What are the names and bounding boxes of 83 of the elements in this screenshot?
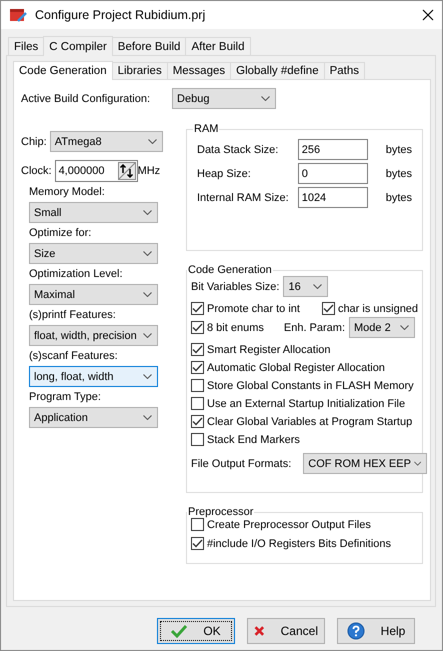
unit-label: bytes (386, 192, 412, 204)
field-label: Memory Model: (29, 186, 106, 198)
field-label: Optimize for: (29, 227, 92, 239)
checkbox[interactable]: Clear Global Variables at Program Startup (191, 415, 418, 428)
field-label: (s)scanf Features: (29, 350, 119, 362)
field-label: Active Build Configuration: (21, 92, 150, 104)
dropdown[interactable]: Size (29, 243, 158, 264)
field-label: Data Stack Size: (197, 144, 280, 156)
checkmark-icon (322, 304, 334, 313)
chevron-icon (313, 284, 322, 289)
checkmark-icon (192, 323, 203, 332)
cancel-button[interactable]: Cancel (247, 618, 325, 644)
field-label: Optimization Level: (29, 268, 124, 280)
dropdown[interactable]: 16 (283, 276, 328, 297)
input-field[interactable]: 256 (298, 139, 368, 160)
dropdown[interactable]: Small (29, 202, 158, 223)
field-label: Program Type: (29, 391, 102, 403)
field-label: Heap Size: (197, 168, 252, 180)
group-title: RAM (193, 123, 220, 135)
dropdown[interactable]: float, width, precision (29, 325, 158, 346)
checkmark-icon (192, 345, 203, 354)
cross-icon (254, 624, 265, 638)
spin-arrows-icon[interactable] (118, 162, 136, 180)
tab[interactable]: Globally #define (230, 62, 325, 79)
field-label: Bit Variables Size: (191, 280, 280, 292)
chevron-icon (414, 461, 422, 466)
field-label: Internal RAM Size: (197, 192, 290, 204)
checkbox[interactable]: Promote char to int (191, 302, 300, 315)
checkmark-icon (171, 624, 188, 638)
chevron-icon (143, 292, 152, 297)
field-label: Chip: (21, 136, 47, 148)
dropdown[interactable]: ATmega8 (50, 131, 163, 152)
chevron-icon (143, 251, 152, 256)
unit-label: bytes (386, 144, 412, 156)
chevron-icon (143, 333, 152, 338)
chevron-icon (400, 325, 410, 330)
checkmark-icon (192, 539, 203, 548)
tab[interactable]: C Compiler (43, 36, 113, 56)
checkmark-icon (192, 363, 203, 372)
chevron-icon (261, 96, 270, 101)
spin-field[interactable]: 4,000000 (54, 160, 138, 182)
close-icon[interactable] (422, 9, 434, 21)
help-icon (346, 622, 365, 640)
field-label: Enh. Param: (284, 322, 346, 334)
checkbox[interactable]: Create Preprocessor Output Files (191, 518, 418, 531)
dropdown[interactable]: Debug (172, 88, 276, 109)
checkbox[interactable]: Store Global Constants in FLASH Memory (191, 379, 418, 392)
field-label: Clock: (21, 165, 52, 177)
checkbox[interactable]: Use an External Startup Initialization File (191, 397, 418, 410)
field-label: File Output Formats: (191, 458, 292, 470)
checkmark-icon (192, 417, 203, 426)
checkbox[interactable]: 8 bit enums (191, 321, 264, 334)
chevron-icon (143, 374, 152, 379)
checkbox[interactable]: Smart Register Allocation (191, 343, 418, 356)
tab[interactable]: Paths (324, 62, 366, 79)
field-label: (s)printf Features: (29, 309, 117, 321)
ok-button[interactable]: OK (157, 618, 235, 644)
input-field[interactable]: 1024 (298, 187, 368, 208)
group-title: Preprocessor (187, 506, 254, 518)
dropdown[interactable]: Application (29, 407, 158, 428)
window-title: Configure Project Rubidium.prj (35, 8, 206, 22)
tab[interactable]: After Build (185, 37, 251, 55)
unit-label: MHz (138, 165, 160, 177)
group-title: Code Generation (187, 264, 273, 276)
checkmark-icon (192, 304, 203, 313)
chevron-icon (148, 139, 157, 144)
dropdown[interactable]: Maximal (29, 284, 158, 305)
input-field[interactable]: 0 (298, 163, 368, 184)
app-icon (9, 7, 27, 23)
dropdown[interactable]: Mode 2 (349, 317, 416, 338)
help-button[interactable]: Help (337, 618, 415, 644)
tab[interactable]: Messages (166, 62, 232, 79)
dropdown[interactable]: long, float, width (29, 366, 158, 387)
unit-label: bytes (386, 168, 412, 180)
checkbox[interactable]: Stack End Markers (191, 433, 418, 446)
tab[interactable]: Code Generation (13, 61, 113, 80)
checkbox[interactable]: char is unsigned (322, 302, 418, 315)
tab[interactable]: Files (8, 37, 44, 55)
dropdown[interactable]: COF ROM HEX EEP (303, 453, 428, 474)
chevron-icon (143, 415, 152, 420)
checkbox[interactable]: Automatic Global Register Allocation (191, 361, 418, 374)
chevron-icon (143, 210, 152, 215)
checkbox[interactable]: #include I/O Registers Bits Definitions (191, 537, 418, 550)
